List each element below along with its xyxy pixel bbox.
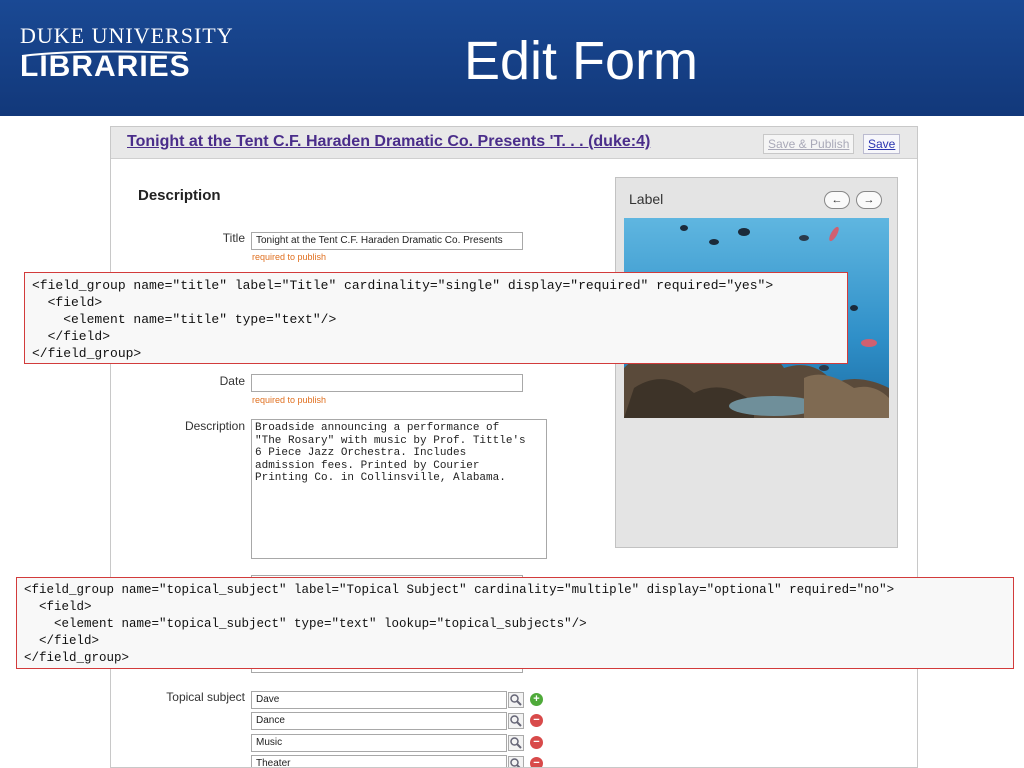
description-label: Description bbox=[184, 419, 245, 433]
section-heading-description: Description bbox=[138, 187, 221, 204]
topical-subject-input[interactable]: Music bbox=[251, 734, 507, 752]
description-line: 6 Piece Jazz Orchestra. Includes bbox=[255, 447, 467, 460]
xml-title-field-group: <field_group name="title" label="Title" … bbox=[24, 272, 848, 364]
description-line: Broadside announcing a performance of bbox=[255, 422, 500, 434]
date-label: Date bbox=[219, 374, 245, 388]
xml-line: <field> bbox=[32, 295, 103, 310]
xml-line: </field_group> bbox=[32, 346, 142, 361]
xml-line: </field_group> bbox=[24, 651, 130, 665]
description-line: "The Rosary" with music by Prof. Tittle'… bbox=[255, 434, 526, 447]
remove-subject-minus-icon[interactable]: − bbox=[530, 714, 543, 727]
logo-swoosh-icon bbox=[21, 50, 187, 57]
title-input[interactable]: Tonight at the Tent C.F. Haraden Dramati… bbox=[251, 232, 523, 250]
lookup-search-icon[interactable] bbox=[508, 735, 524, 751]
description-line: Printing Co. in Collinsville, Alabama. bbox=[255, 472, 506, 485]
remove-subject-minus-icon[interactable]: − bbox=[530, 736, 543, 749]
xml-line: <field> bbox=[24, 600, 92, 614]
save-button[interactable]: Save bbox=[863, 134, 901, 154]
date-required-note: required to publish bbox=[252, 395, 327, 405]
record-title-link[interactable]: Tonight at the Tent C.F. Haraden Dramati… bbox=[127, 133, 650, 151]
xml-line: <field_group name="title" label="Title" … bbox=[32, 278, 774, 293]
logo-university-text: DUKE UNIVERSITY bbox=[20, 23, 234, 48]
xml-topical-subject-field-group: <field_group name="topical_subject" labe… bbox=[16, 577, 1014, 669]
record-title-bar: Tonight at the Tent C.F. Haraden Dramati… bbox=[111, 127, 917, 159]
topical-subject-input[interactable]: Dave bbox=[251, 691, 507, 709]
xml-line: <element name="topical_subject" type="te… bbox=[24, 617, 587, 631]
next-image-button[interactable]: → bbox=[856, 191, 882, 209]
save-publish-button[interactable]: Save & Publish bbox=[763, 134, 855, 154]
date-input[interactable] bbox=[251, 374, 523, 392]
arrow-left-icon: ← bbox=[831, 194, 843, 206]
xml-line: <element name="title" type="text"/> bbox=[32, 312, 337, 327]
description-textarea[interactable]: Broadside announcing a performance of "Th… bbox=[251, 419, 547, 559]
title-label: Title bbox=[222, 231, 245, 245]
topical-subject-input[interactable]: Theater bbox=[251, 755, 507, 767]
previous-image-button[interactable]: ← bbox=[824, 191, 850, 209]
remove-subject-minus-icon[interactable]: − bbox=[530, 757, 543, 767]
xml-line: </field> bbox=[24, 634, 100, 648]
arrow-right-icon: → bbox=[863, 194, 875, 206]
lookup-search-icon[interactable] bbox=[508, 713, 524, 729]
xml-line: <field_group name="topical_subject" labe… bbox=[24, 583, 895, 597]
xml-line: </field> bbox=[32, 329, 111, 344]
image-panel-label: Label bbox=[629, 191, 664, 207]
description-line: admission fees. Printed by Courier bbox=[255, 459, 480, 472]
slide-header: DUKE UNIVERSITY LIBRARIES Edit Form bbox=[0, 0, 1024, 116]
edit-form-screenshot: Tonight at the Tent C.F. Haraden Dramati… bbox=[110, 126, 918, 768]
lookup-search-icon[interactable] bbox=[508, 756, 524, 768]
title-required-note: required to publish bbox=[252, 252, 327, 262]
topical-subject-input[interactable]: Dance bbox=[251, 712, 507, 730]
topical-subject-label: Topical subject bbox=[166, 690, 245, 704]
duke-libraries-logo: DUKE UNIVERSITY LIBRARIES bbox=[20, 24, 234, 84]
lookup-search-icon[interactable] bbox=[508, 692, 524, 708]
slide-title: Edit Form bbox=[464, 31, 699, 91]
add-subject-plus-icon[interactable]: + bbox=[530, 693, 543, 706]
